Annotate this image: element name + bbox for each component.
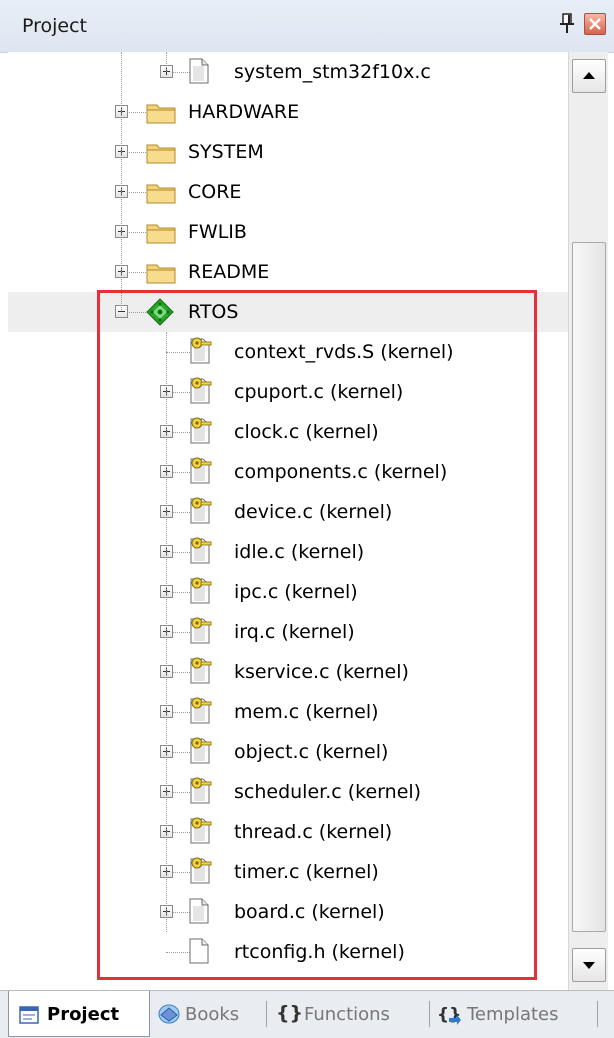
tree-item-label: context_rvds.S (kernel) (234, 341, 454, 363)
tree-row[interactable]: RTOS (8, 292, 568, 332)
locked-file-icon (188, 336, 214, 368)
locked-file-icon (188, 376, 214, 408)
scroll-down-button[interactable] (572, 948, 606, 982)
tree-row[interactable]: scheduler.c (kernel) (8, 772, 568, 812)
locked-file-icon (188, 736, 214, 768)
tree-row[interactable]: idle.c (kernel) (8, 532, 568, 572)
tree-item-label: irq.c (kernel) (234, 621, 355, 643)
scrollbar-thumb[interactable] (572, 242, 606, 932)
tree-row[interactable]: CORE (8, 172, 568, 212)
tree-item-label: CORE (188, 181, 242, 203)
locked-file-icon (188, 416, 214, 448)
tree-row[interactable]: clock.c (kernel) (8, 412, 568, 452)
tree-row[interactable]: object.c (kernel) (8, 732, 568, 772)
tree-row[interactable]: timer.c (kernel) (8, 852, 568, 892)
tree-row[interactable]: rtconfig.h (kernel) (8, 932, 568, 972)
tree-guide-line (121, 52, 122, 310)
templates-tab-icon: {} (437, 1003, 461, 1030)
tree-row[interactable]: system_stm32f10x.c (8, 52, 568, 92)
locked-file-icon (188, 496, 214, 528)
locked-file-icon (188, 616, 214, 648)
project-tree[interactable]: system_stm32f10x.c HARDWARE SYSTEM CORE FWLI… (8, 52, 568, 990)
folder-icon (146, 140, 176, 168)
tree-item-label: idle.c (kernel) (234, 541, 365, 563)
tree-guide-line (166, 332, 167, 932)
component-group-icon (146, 298, 174, 330)
tree-item-label: clock.c (kernel) (234, 421, 379, 443)
project-panel: Project system_stm32f10x.c HARDWARE SYSTEM… (0, 0, 614, 1038)
tree-guide-line (166, 952, 190, 953)
tree-row[interactable]: HARDWARE (8, 92, 568, 132)
project-tab-icon (19, 1006, 39, 1029)
tree-item-label: HARDWARE (188, 101, 300, 123)
locked-file-icon (188, 536, 214, 568)
tree-item-label: timer.c (kernel) (234, 861, 379, 883)
tree-guide-line (166, 352, 190, 353)
tree-guide-line (166, 52, 167, 72)
tree-row[interactable]: context_rvds.S (kernel) (8, 332, 568, 372)
tree-row[interactable]: kservice.c (kernel) (8, 652, 568, 692)
tree-item-label: thread.c (kernel) (234, 821, 393, 843)
tree-item-label: system_stm32f10x.c (234, 61, 431, 83)
tree-row[interactable]: SYSTEM (8, 132, 568, 172)
tree-item-label: board.c (kernel) (234, 901, 385, 923)
functions-tab-icon: {} (276, 1002, 304, 1024)
tree-item-label: cpuport.c (kernel) (234, 381, 404, 403)
tree-item-label: RTOS (188, 301, 239, 323)
file-icon (188, 58, 210, 88)
tab-label: Functions (304, 1004, 390, 1025)
locked-file-icon (188, 816, 214, 848)
tree-item-label: rtconfig.h (kernel) (234, 941, 405, 963)
tab-label: Books (185, 1004, 240, 1025)
tab-label: Project (47, 1004, 120, 1025)
tab-separator (429, 1001, 430, 1027)
tree-row[interactable]: irq.c (kernel) (8, 612, 568, 652)
tab-label: Templates (467, 1004, 559, 1025)
locked-file-icon (188, 656, 214, 688)
tree-row[interactable]: thread.c (kernel) (8, 812, 568, 852)
folder-icon (146, 180, 176, 208)
folder-icon (146, 260, 176, 288)
header-file-icon (188, 938, 210, 968)
locked-file-icon (188, 696, 214, 728)
tree-item-label: SYSTEM (188, 141, 264, 163)
tab-functions[interactable]: {} Functions (266, 991, 428, 1037)
bottom-tab-bar: Project Books {} Functions {} Templates (0, 990, 614, 1038)
tab-books[interactable]: Books (153, 991, 265, 1037)
vertical-scrollbar[interactable] (568, 52, 608, 992)
tree-row[interactable]: FWLIB (8, 212, 568, 252)
tree-item-label: README (188, 261, 270, 283)
locked-file-icon (188, 776, 214, 808)
tree-row[interactable]: device.c (kernel) (8, 492, 568, 532)
folder-icon (146, 100, 176, 128)
tab-templates[interactable]: {} Templates (431, 991, 591, 1037)
tab-project[interactable]: Project (8, 991, 150, 1037)
locked-file-icon (188, 576, 214, 608)
tree-row[interactable]: mem.c (kernel) (8, 692, 568, 732)
pin-icon[interactable] (555, 11, 579, 37)
books-tab-icon (157, 1003, 181, 1030)
locked-file-icon (188, 856, 214, 888)
tree-item-label: components.c (kernel) (234, 461, 448, 483)
tree-row[interactable]: board.c (kernel) (8, 892, 568, 932)
panel-title-bar: Project (0, 0, 614, 53)
tree-item-label: scheduler.c (kernel) (234, 781, 422, 803)
tree-item-label: FWLIB (188, 221, 247, 243)
tree-item-label: ipc.c (kernel) (234, 581, 358, 603)
tree-row[interactable]: README (8, 252, 568, 292)
tree-item-label: device.c (kernel) (234, 501, 393, 523)
tree-item-label: object.c (kernel) (234, 741, 389, 763)
panel-title: Project (22, 15, 88, 37)
tree-row[interactable]: ipc.c (kernel) (8, 572, 568, 612)
scroll-up-button[interactable] (572, 59, 606, 93)
tree-row[interactable]: components.c (kernel) (8, 452, 568, 492)
file-icon (188, 898, 210, 928)
tab-separator (597, 1001, 598, 1027)
tree-item-label: kservice.c (kernel) (234, 661, 409, 683)
close-button[interactable] (584, 13, 606, 35)
tree-row[interactable]: cpuport.c (kernel) (8, 372, 568, 412)
locked-file-icon (188, 456, 214, 488)
folder-icon (146, 220, 176, 248)
tree-item-label: mem.c (kernel) (234, 701, 379, 723)
